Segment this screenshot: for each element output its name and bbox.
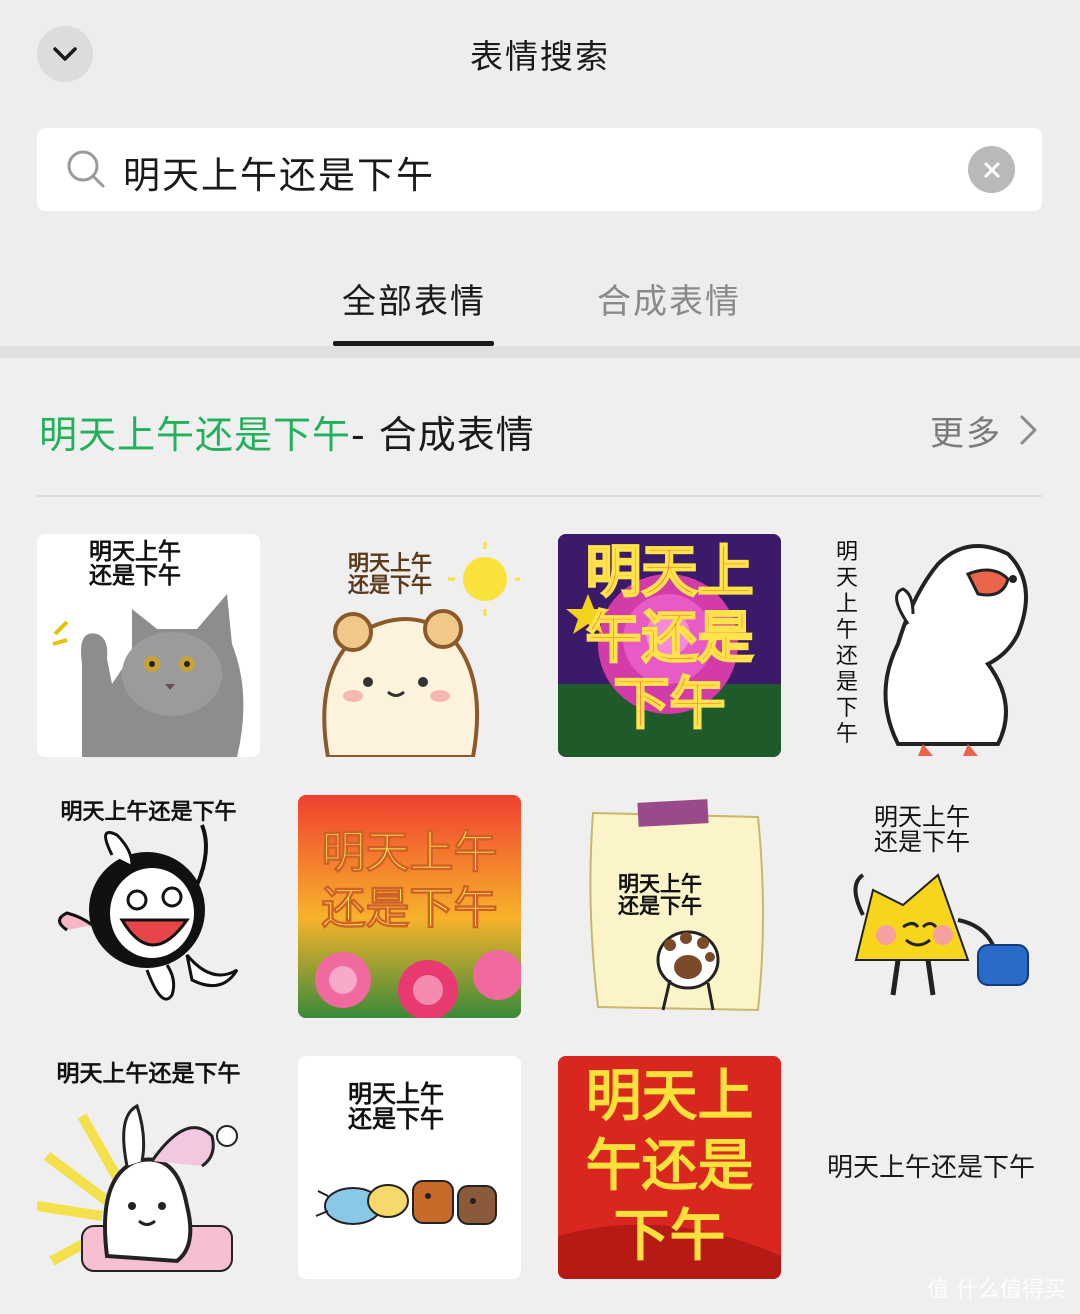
sticker-red-banner[interactable]: 明天上 午还是 下午 [558, 1056, 781, 1279]
sticker-peony-flowers[interactable]: 明天上午 还是下午 [298, 795, 521, 1018]
sticker-note-paw[interactable]: 明天上午 还是下午 [558, 795, 781, 1018]
sticker-caption: 明天上午还是下午 [585, 539, 755, 738]
tab-all-stickers[interactable]: 全部表情 [342, 274, 486, 323]
rabbit-image [37, 1103, 238, 1272]
sticker-caption: 明天上午还是下午 [348, 551, 432, 598]
results-panel: 明天上午还是下午- 合成表情 更多 明天上午 还是下午 明天上午 还是下午 明天… [0, 358, 1080, 1314]
sticker-purple-rose[interactable]: 明天上 午还是 下午 [558, 534, 781, 757]
more-link[interactable]: 更多 [930, 406, 1002, 455]
watermark: 值 什么值得买 [927, 1278, 1066, 1303]
sticker-text-only[interactable]: 明天上午还是下午 [818, 1151, 1044, 1185]
sticker-yellow-blob[interactable]: 明天上午 还是下午 [818, 795, 1041, 1018]
section-divider [37, 495, 1042, 497]
search-icon [67, 150, 105, 188]
sticker-running-animals[interactable]: 明天上午 还是下午 [298, 1056, 521, 1279]
search-input[interactable]: 明天上午还是下午 [37, 128, 1042, 211]
search-query[interactable]: 明天上午还是下午 [123, 145, 435, 199]
tab-synthesized-stickers[interactable]: 合成表情 [597, 274, 741, 323]
section-keyword: 明天上午还是下午 [39, 413, 352, 457]
sticker-caption: 明天上午还是下午 [89, 539, 181, 590]
sticker-caption: 明天上午还是下午 [874, 803, 970, 857]
sticker-caption: 明天上午还是下午 [56, 1061, 241, 1087]
sticker-caption: 明天上午还是下午 [321, 827, 498, 935]
chevron-right-icon[interactable] [1018, 413, 1040, 447]
sticker-caption: 明天上午还是下午 [585, 1064, 754, 1269]
sticker-white-duck[interactable]: 明天上午还是下午 [818, 534, 1041, 757]
section-title: 明天上午还是下午- 合成表情 [39, 404, 535, 459]
tab-bar: 全部表情 合成表情 [0, 262, 1080, 348]
sticker-grey-cat[interactable]: 明天上午 还是下午 [37, 534, 260, 757]
top-bar: 表情搜索 [0, 0, 1080, 110]
page-title: 表情搜索 [470, 37, 610, 76]
sticker-caption: 明天上午还是下午 [348, 1080, 444, 1134]
sticker-hamster[interactable]: 明天上午 还是下午 [298, 534, 521, 757]
sticker-sleepy-rabbit[interactable]: 明天上午还是下午 [37, 1056, 260, 1279]
sticker-caption: 明天上午还是下午 [835, 540, 858, 747]
section-suffix: - 合成表情 [351, 413, 535, 457]
divider [0, 346, 1080, 358]
close-icon [984, 162, 999, 177]
clear-search-button[interactable] [968, 146, 1015, 193]
sticker-laughing-bunny[interactable]: 明天上午还是下午 [37, 795, 260, 1018]
bunny-image [58, 824, 239, 1001]
sticker-caption: 明天上午还是下午 [60, 800, 237, 825]
sticker-caption: 明天上午还是下午 [618, 872, 702, 919]
